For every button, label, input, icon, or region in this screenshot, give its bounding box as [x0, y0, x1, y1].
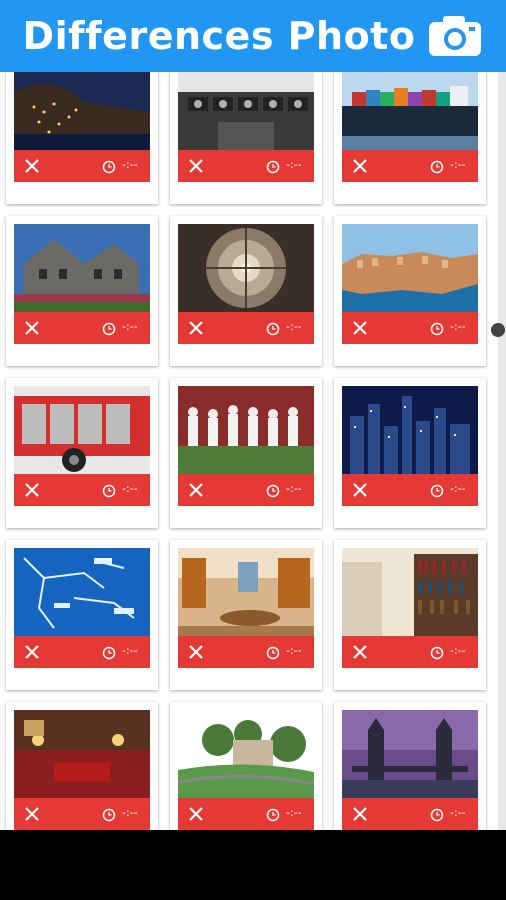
- clock-icon: [102, 807, 116, 822]
- puzzle-tile[interactable]: -:--: [170, 702, 322, 830]
- puzzle-tile[interactable]: -:--: [170, 216, 322, 366]
- scrollbar-thumb[interactable]: [491, 323, 505, 337]
- puzzle-thumbnail[interactable]: [14, 224, 150, 312]
- tile-time: -:--: [286, 320, 302, 333]
- puzzle-tile[interactable]: -:--: [170, 378, 322, 528]
- tile-status-bar: -:--: [342, 636, 478, 668]
- clock-icon: [266, 645, 280, 660]
- puzzle-thumbnail[interactable]: [14, 710, 150, 798]
- close-icon[interactable]: [350, 480, 370, 500]
- puzzle-tile[interactable]: -:--: [334, 702, 486, 830]
- tile-time: -:--: [450, 158, 466, 171]
- tile-status-bar: -:--: [342, 150, 478, 182]
- clock-icon: [430, 159, 444, 174]
- tile-time: -:--: [286, 482, 302, 495]
- clock-icon: [102, 321, 116, 336]
- tile-time: -:--: [286, 806, 302, 819]
- tile-time: -:--: [122, 320, 138, 333]
- close-icon[interactable]: [186, 480, 206, 500]
- close-icon[interactable]: [186, 318, 206, 338]
- tile-status-bar: -:--: [342, 798, 478, 830]
- tile-time: -:--: [450, 320, 466, 333]
- puzzle-thumbnail[interactable]: [342, 72, 478, 150]
- clock-icon: [102, 645, 116, 660]
- puzzle-thumbnail[interactable]: [178, 72, 314, 150]
- puzzle-tile[interactable]: -:--: [6, 72, 158, 204]
- tile-time: -:--: [450, 482, 466, 495]
- clock-icon: [430, 807, 444, 822]
- tile-time: -:--: [122, 482, 138, 495]
- puzzle-thumbnail[interactable]: [178, 224, 314, 312]
- tile-time: -:--: [450, 644, 466, 657]
- tile-status-bar: -:--: [342, 474, 478, 506]
- tile-status-bar: -:--: [14, 312, 150, 344]
- tile-status-bar: -:--: [178, 312, 314, 344]
- close-icon[interactable]: [22, 642, 42, 662]
- clock-icon: [430, 321, 444, 336]
- clock-icon: [430, 483, 444, 498]
- puzzle-thumbnail[interactable]: [178, 548, 314, 636]
- app-title: Differences Photo: [22, 14, 416, 58]
- tile-status-bar: -:--: [178, 150, 314, 182]
- scrollbar-track[interactable]: [498, 72, 506, 830]
- tile-time: -:--: [122, 158, 138, 171]
- clock-icon: [102, 159, 116, 174]
- puzzle-tile[interactable]: -:--: [334, 72, 486, 204]
- tile-time: -:--: [286, 644, 302, 657]
- puzzle-thumbnail[interactable]: [14, 548, 150, 636]
- tile-status-bar: -:--: [14, 150, 150, 182]
- tile-status-bar: -:--: [14, 798, 150, 830]
- close-icon[interactable]: [22, 318, 42, 338]
- puzzle-tile[interactable]: -:--: [6, 216, 158, 366]
- puzzle-thumbnail[interactable]: [342, 710, 478, 798]
- close-icon[interactable]: [350, 318, 370, 338]
- close-icon[interactable]: [186, 642, 206, 662]
- tile-status-bar: -:--: [342, 312, 478, 344]
- tile-time: -:--: [286, 158, 302, 171]
- clock-icon: [266, 159, 280, 174]
- close-icon[interactable]: [22, 156, 42, 176]
- puzzle-tile[interactable]: -:--: [334, 540, 486, 690]
- close-icon[interactable]: [186, 156, 206, 176]
- tile-time: -:--: [122, 644, 138, 657]
- clock-icon: [430, 645, 444, 660]
- puzzle-tile[interactable]: -:--: [6, 540, 158, 690]
- puzzle-tile[interactable]: -:--: [170, 540, 322, 690]
- close-icon[interactable]: [22, 804, 42, 824]
- close-icon[interactable]: [186, 804, 206, 824]
- puzzle-tile[interactable]: -:--: [170, 72, 322, 204]
- tile-status-bar: -:--: [178, 474, 314, 506]
- close-icon[interactable]: [22, 480, 42, 500]
- puzzle-grid: -:-- -:-- -:-- -:-- -:-- -:-- -:-- -:-- …: [0, 72, 506, 830]
- tile-time: -:--: [122, 806, 138, 819]
- tile-status-bar: -:--: [178, 636, 314, 668]
- clock-icon: [102, 483, 116, 498]
- clock-icon: [266, 807, 280, 822]
- app-screen: Differences Photo -:-- -:-- -:-- -:-- -:…: [0, 0, 506, 830]
- puzzle-thumbnail[interactable]: [342, 224, 478, 312]
- puzzle-thumbnail[interactable]: [342, 548, 478, 636]
- tile-status-bar: -:--: [178, 798, 314, 830]
- puzzle-tile[interactable]: -:--: [334, 378, 486, 528]
- tile-time: -:--: [450, 806, 466, 819]
- puzzle-thumbnail[interactable]: [178, 386, 314, 474]
- puzzle-tile[interactable]: -:--: [6, 702, 158, 830]
- app-header: Differences Photo: [0, 0, 506, 72]
- close-icon[interactable]: [350, 642, 370, 662]
- close-icon[interactable]: [350, 156, 370, 176]
- camera-icon[interactable]: [427, 14, 483, 58]
- puzzle-thumbnail[interactable]: [14, 386, 150, 474]
- clock-icon: [266, 321, 280, 336]
- clock-icon: [266, 483, 280, 498]
- puzzle-thumbnail[interactable]: [342, 386, 478, 474]
- puzzle-thumbnail[interactable]: [178, 710, 314, 798]
- puzzle-thumbnail[interactable]: [14, 72, 150, 150]
- puzzle-tile[interactable]: -:--: [334, 216, 486, 366]
- puzzle-tile[interactable]: -:--: [6, 378, 158, 528]
- tile-status-bar: -:--: [14, 474, 150, 506]
- tile-status-bar: -:--: [14, 636, 150, 668]
- close-icon[interactable]: [350, 804, 370, 824]
